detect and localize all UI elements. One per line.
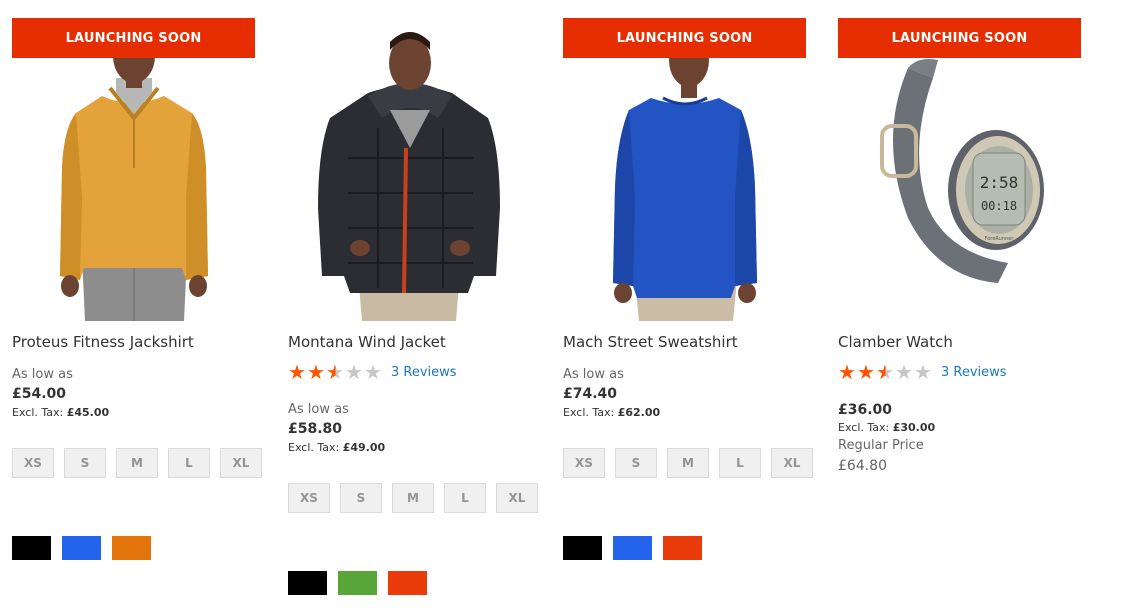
size-option-m[interactable]: M: [116, 448, 158, 478]
product-image-link[interactable]: LAUNCHING SOON: [563, 18, 806, 321]
excl-tax-value: £62.00: [617, 406, 661, 419]
size-option-xs[interactable]: XS: [563, 448, 605, 478]
excl-tax-label: Excl. Tax:: [563, 406, 615, 419]
watch-display-timer: 00:18: [981, 199, 1017, 213]
color-swatch-orange[interactable]: [112, 536, 151, 560]
launching-soon-badge: LAUNCHING SOON: [838, 18, 1081, 58]
product-image-link[interactable]: [288, 18, 531, 321]
size-option-xl[interactable]: XL: [496, 483, 538, 513]
reviews-link[interactable]: 3 Reviews: [391, 365, 457, 380]
size-swatches: XS S M L XL: [288, 483, 548, 519]
regular-price-label: Regular Price: [838, 438, 924, 453]
size-option-xl[interactable]: XL: [220, 448, 262, 478]
product-name-link[interactable]: Montana Wind Jacket: [288, 333, 446, 351]
size-option-l[interactable]: L: [168, 448, 210, 478]
size-option-s[interactable]: S: [615, 448, 657, 478]
size-option-l[interactable]: L: [444, 483, 486, 513]
star-full-icon: ★: [838, 360, 856, 384]
product-card[interactable]: LAUNCHING SOON Mach Street Sweatshirt As…: [563, 0, 813, 608]
star-empty-icon: ★: [895, 360, 913, 384]
size-option-m[interactable]: M: [667, 448, 709, 478]
product-image-wind-jacket[interactable]: [288, 18, 531, 321]
excl-tax-label: Excl. Tax:: [838, 421, 890, 434]
star-empty-icon: ★: [345, 360, 363, 384]
product-image-sweatshirt[interactable]: [563, 18, 806, 321]
star-half-icon: ★: [876, 360, 894, 384]
launching-soon-badge: LAUNCHING SOON: [563, 18, 806, 58]
size-option-s[interactable]: S: [340, 483, 382, 513]
rating-summary: ★ ★ ★ ★ ★ 3 Reviews: [838, 362, 1007, 382]
excl-tax: Excl. Tax: £62.00: [563, 406, 660, 419]
watch-display-time: 2:58: [980, 173, 1019, 192]
product-price: £58.80: [288, 421, 343, 437]
excl-tax-value: £49.00: [342, 441, 386, 454]
size-option-m[interactable]: M: [392, 483, 434, 513]
size-option-s[interactable]: S: [64, 448, 106, 478]
regular-price-value: £64.80: [838, 458, 887, 474]
product-name-link[interactable]: Clamber Watch: [838, 333, 953, 351]
color-swatch-blue[interactable]: [613, 536, 652, 560]
watch-brand-text: ForeRunner: [985, 236, 1015, 242]
product-name-link[interactable]: Mach Street Sweatshirt: [563, 333, 738, 351]
color-swatch-blue[interactable]: [62, 536, 101, 560]
star-empty-icon: ★: [364, 360, 382, 384]
color-swatch-black[interactable]: [288, 571, 327, 595]
rating-summary: ★ ★ ★ ★ ★ 3 Reviews: [288, 362, 457, 382]
excl-tax-value: £45.00: [66, 406, 110, 419]
launching-soon-badge: LAUNCHING SOON: [12, 18, 255, 58]
reviews-link[interactable]: 3 Reviews: [941, 365, 1007, 380]
as-low-as-label: As low as: [563, 367, 624, 382]
size-option-xs[interactable]: XS: [12, 448, 54, 478]
product-image-link[interactable]: 2:58 00:18 ForeRunner LAUNCHING SOON: [838, 18, 1081, 321]
color-swatches: [12, 536, 162, 560]
excl-tax-label: Excl. Tax:: [288, 441, 340, 454]
product-image-jackshirt[interactable]: [12, 18, 255, 321]
as-low-as-label: As low as: [12, 367, 73, 382]
product-price: £54.00: [12, 386, 67, 402]
excl-tax: Excl. Tax: £30.00: [838, 421, 935, 434]
product-image-link[interactable]: LAUNCHING SOON: [12, 18, 255, 321]
star-full-icon: ★: [857, 360, 875, 384]
color-swatch-red[interactable]: [663, 536, 702, 560]
excl-tax: Excl. Tax: £45.00: [12, 406, 109, 419]
color-swatch-black[interactable]: [563, 536, 602, 560]
size-option-l[interactable]: L: [719, 448, 761, 478]
product-image-watch[interactable]: 2:58 00:18 ForeRunner: [838, 18, 1081, 321]
star-full-icon: ★: [288, 360, 306, 384]
star-empty-icon: ★: [914, 360, 932, 384]
color-swatch-green[interactable]: [338, 571, 377, 595]
excl-tax-value: £30.00: [892, 421, 936, 434]
product-price: £74.40: [563, 386, 618, 402]
star-full-icon: ★: [307, 360, 325, 384]
product-card[interactable]: LAUNCHING SOON Proteus Fitness Jackshirt…: [12, 0, 262, 608]
as-low-as-label: As low as: [288, 402, 349, 417]
size-option-xs[interactable]: XS: [288, 483, 330, 513]
size-swatches: XS S M L XL: [12, 448, 272, 484]
excl-tax-label: Excl. Tax:: [12, 406, 64, 419]
excl-tax: Excl. Tax: £49.00: [288, 441, 385, 454]
product-price: £36.00: [838, 402, 893, 418]
color-swatches: [563, 536, 713, 560]
size-swatches: XS S M L XL: [563, 448, 823, 484]
size-option-xl[interactable]: XL: [771, 448, 813, 478]
color-swatch-red[interactable]: [388, 571, 427, 595]
product-card[interactable]: 2:58 00:18 ForeRunner LAUNCHING SOON Cla…: [838, 0, 1088, 608]
star-half-icon: ★: [326, 360, 344, 384]
color-swatches: [288, 571, 438, 595]
product-name-link[interactable]: Proteus Fitness Jackshirt: [12, 333, 194, 351]
color-swatch-black[interactable]: [12, 536, 51, 560]
product-card[interactable]: Montana Wind Jacket ★ ★ ★ ★ ★ 3 Reviews …: [288, 0, 538, 608]
